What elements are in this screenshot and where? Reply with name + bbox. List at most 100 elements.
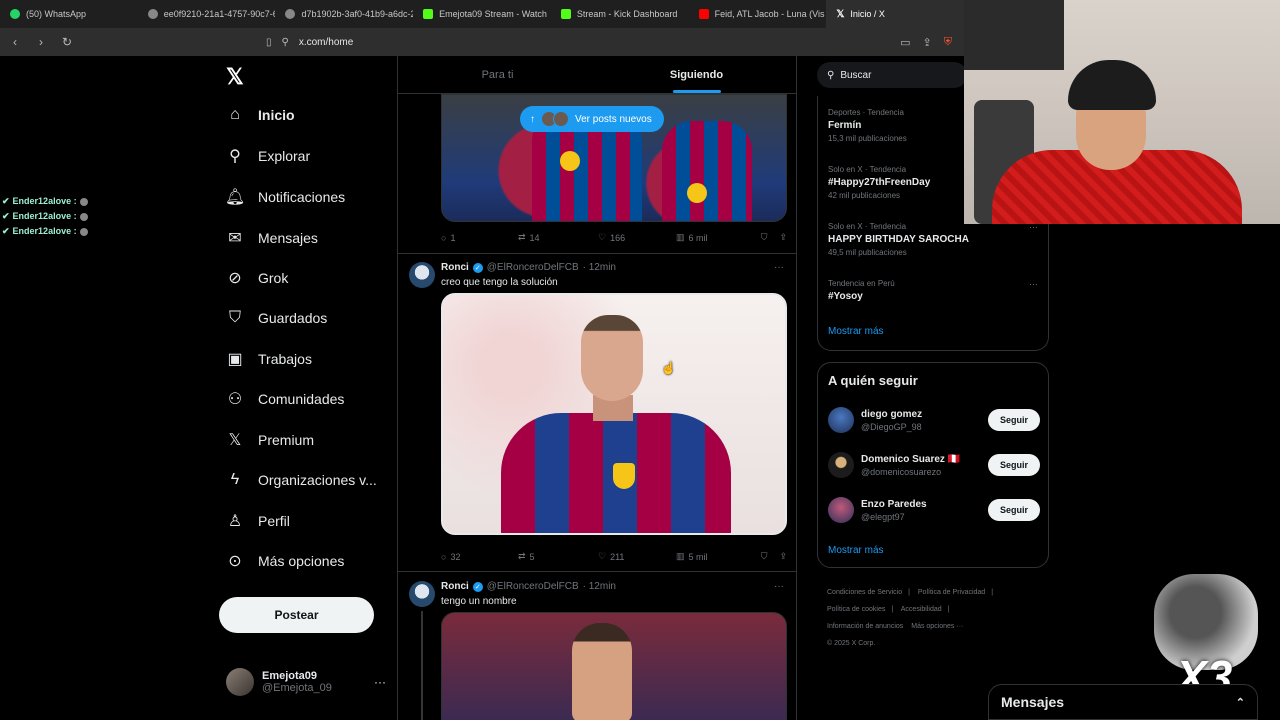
- whatsapp-icon: [10, 9, 20, 19]
- tweet-actions: ○ 1 ⇄ 14 ♡ 166 ▥ 6 mil ⛉ ⇪: [441, 232, 787, 243]
- sidebar-item-inicio[interactable]: ⌂ Inicio: [226, 106, 294, 124]
- follow-suggestion[interactable]: Enzo Paredes @elegpt97 Seguir: [828, 494, 1040, 526]
- more-icon[interactable]: ···: [374, 675, 386, 689]
- trend-item[interactable]: Solo en X · Tendencia HAPPY BIRTHDAY SAR…: [828, 222, 1040, 257]
- browser-tab-2[interactable]: ee0f9210-21a1-4757-90c7-655: [138, 0, 275, 28]
- search-input[interactable]: ⚲ Buscar: [817, 62, 967, 88]
- url-field[interactable]: ▯ ⚲ x.com/home: [266, 37, 888, 48]
- footer-link[interactable]: Condiciones de Servicio: [827, 589, 902, 596]
- sidebar-item-trabajos[interactable]: ▣ Trabajos: [226, 350, 312, 368]
- browser-tab-youtube[interactable]: Feid, ATL Jacob - Luna (Vis: [689, 0, 827, 28]
- more-circle-icon: ⊙: [228, 553, 242, 570]
- tweet-author-name[interactable]: Ronci: [441, 581, 469, 592]
- new-posts-pill[interactable]: ↑ Ver posts nuevos: [520, 106, 664, 132]
- heart-icon: ♡: [598, 551, 607, 561]
- brave-shield-icon[interactable]: ⛨: [944, 36, 952, 49]
- avatar[interactable]: [409, 262, 435, 288]
- tweet-media[interactable]: [441, 612, 787, 720]
- browser-tab-strip: (50) WhatsApp ee0f9210-21a1-4757-90c7-65…: [0, 0, 965, 28]
- tweet-time[interactable]: · 12min: [583, 262, 616, 273]
- retweet-icon: ⇄: [518, 551, 526, 561]
- reply-button[interactable]: ○ 32: [441, 551, 518, 562]
- share-icon[interactable]: ⇪: [923, 36, 932, 49]
- browser-tab-kick-watch[interactable]: Emejota09 Stream - Watch: [413, 0, 551, 28]
- forward-icon[interactable]: ›: [34, 35, 48, 49]
- url-text: x.com/home: [298, 36, 354, 48]
- tweet-author-handle[interactable]: @ElRonceroDelFCB: [487, 581, 579, 592]
- footer-links: Condiciones de Servicio | Política de Pri…: [827, 589, 994, 647]
- back-icon[interactable]: ‹: [8, 35, 22, 49]
- browser-tab-3[interactable]: d7b1902b-3af0-41b9-a6dc-26: [275, 0, 413, 28]
- tweet-author-handle[interactable]: @ElRonceroDelFCB: [487, 262, 579, 273]
- more-icon[interactable]: ···: [1029, 279, 1038, 289]
- search-icon: ⚲: [827, 69, 835, 81]
- more-icon[interactable]: ···: [774, 262, 784, 273]
- browser-tab-kick-dashboard[interactable]: Stream - Kick Dashboard: [551, 0, 689, 28]
- like-button[interactable]: ♡ 166: [598, 232, 676, 243]
- show-more-trends-link[interactable]: Mostrar más: [828, 326, 884, 337]
- account-switcher[interactable]: Emejota09 @Emejota_09 ···: [226, 668, 386, 696]
- tab-para-ti[interactable]: Para ti: [398, 56, 597, 93]
- reply-button[interactable]: ○ 1: [441, 232, 518, 243]
- footer-link[interactable]: Accesibilidad: [901, 606, 942, 613]
- footer-link[interactable]: Política de cookies: [827, 606, 885, 613]
- tweet[interactable]: Ronci ✓ @ElRonceroDelFCB · 12min ··· ten…: [398, 581, 796, 720]
- x-icon: 𝕏: [228, 432, 242, 449]
- x-logo-icon[interactable]: 𝕏: [226, 64, 244, 90]
- sidebar-item-grok[interactable]: ⊘ Grok: [226, 269, 288, 287]
- bolt-icon: ϟ: [230, 471, 240, 488]
- bookmark-icon[interactable]: ⛉: [761, 232, 768, 243]
- footer-link[interactable]: Información de anuncios: [827, 623, 903, 630]
- tab-siguiendo[interactable]: Siguiendo: [597, 56, 796, 93]
- footer-link[interactable]: Política de Privacidad: [918, 589, 985, 596]
- messages-drawer[interactable]: Mensajes ⌃: [988, 684, 1258, 720]
- chat-row: ✔ Ender12alove :: [2, 224, 88, 239]
- follow-button[interactable]: Seguir: [988, 409, 1040, 431]
- share-icon[interactable]: ⇪: [779, 232, 787, 243]
- search-placeholder: Buscar: [840, 69, 872, 81]
- browser-tab-whatsapp[interactable]: (50) WhatsApp: [0, 0, 138, 28]
- retweet-button[interactable]: ⇄ 5: [518, 551, 598, 562]
- more-icon[interactable]: ···: [774, 581, 784, 592]
- retweet-icon: ⇄: [518, 232, 526, 242]
- chevron-up-icon[interactable]: ⌃: [1236, 696, 1245, 709]
- reload-icon[interactable]: ↻: [60, 35, 74, 49]
- views-button[interactable]: ▥ 6 mil: [676, 232, 759, 243]
- follow-button[interactable]: Seguir: [988, 499, 1040, 521]
- show-more-follow-link[interactable]: Mostrar más: [828, 545, 884, 556]
- sidebar-item-premium[interactable]: 𝕏 Premium: [226, 431, 314, 449]
- tweet-author-name[interactable]: Ronci: [441, 262, 469, 273]
- person-icon: ♙: [227, 513, 243, 530]
- follow-button[interactable]: Seguir: [988, 454, 1040, 476]
- avatar[interactable]: [828, 407, 854, 433]
- retweet-button[interactable]: ⇄ 14: [518, 232, 598, 243]
- sidebar-item-mensajes[interactable]: ✉ Mensajes: [226, 229, 318, 247]
- sidebar-item-notificaciones[interactable]: 🔔︎ Notificaciones: [225, 188, 345, 206]
- follow-suggestion[interactable]: diego gomez @DiegoGP_98 Seguir: [828, 404, 1040, 436]
- home-icon: ⌂: [230, 106, 240, 123]
- footer-more-link[interactable]: Más opciones ···: [911, 623, 963, 630]
- trend-item[interactable]: Tendencia en Perú #Yosoy ···: [828, 279, 1040, 302]
- avatar[interactable]: [828, 497, 854, 523]
- bookmark-page-icon[interactable]: ▯: [266, 37, 272, 48]
- avatar[interactable]: [828, 452, 854, 478]
- sidebar-item-perfil[interactable]: ♙ Perfil: [226, 512, 290, 530]
- follow-suggestion[interactable]: Domenico Suarez 🇵🇪 @domenicosuarezo Segui…: [828, 449, 1040, 481]
- sidebar-item-comunidades[interactable]: ⚇ Comunidades: [226, 390, 345, 408]
- tweet[interactable]: Ronci ✓ @ElRonceroDelFCB · 12min ··· cre…: [398, 262, 796, 572]
- tweet-time[interactable]: · 12min: [583, 581, 616, 592]
- cast-icon[interactable]: ▭: [900, 36, 910, 49]
- avatar[interactable]: [409, 581, 435, 607]
- sidebar-item-mas-opciones[interactable]: ⊙ Más opciones: [226, 552, 344, 570]
- like-button[interactable]: ♡ 211: [598, 551, 676, 562]
- browser-tab-x[interactable]: 𝕏 Inicio / X: [826, 0, 965, 28]
- sidebar-item-guardados[interactable]: ⛉ Guardados: [226, 309, 327, 327]
- post-button[interactable]: Postear: [219, 597, 374, 633]
- tweet-media[interactable]: ☝: [441, 293, 787, 535]
- share-icon[interactable]: ⇪: [779, 551, 787, 562]
- site-settings-icon[interactable]: ⚲: [282, 37, 289, 48]
- views-button[interactable]: ▥ 5 mil: [676, 551, 759, 562]
- sidebar-item-explorar[interactable]: ⚲ Explorar: [226, 147, 310, 165]
- sidebar-item-organizaciones[interactable]: ϟ Organizaciones v...: [226, 471, 377, 489]
- bookmark-icon[interactable]: ⛉: [761, 551, 768, 562]
